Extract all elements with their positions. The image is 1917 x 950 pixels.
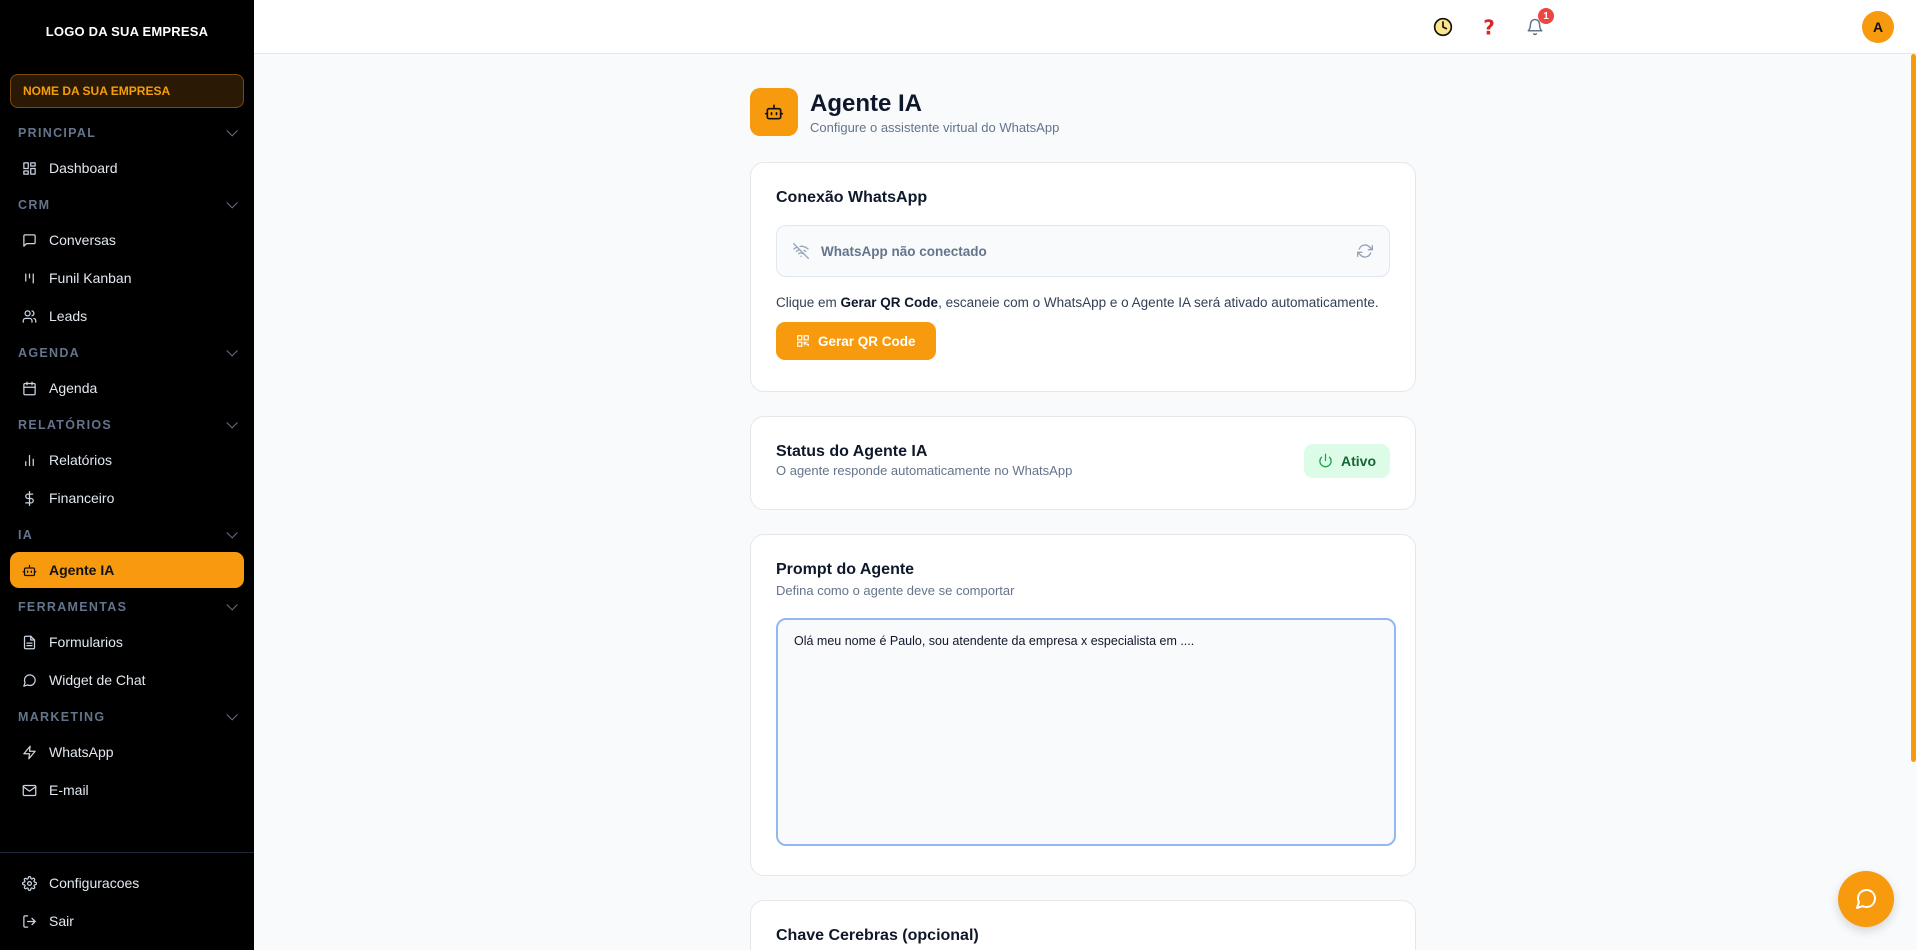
section-ia[interactable]: IA [0, 518, 254, 552]
sidebar-item-widget-chat[interactable]: Widget de Chat [10, 662, 244, 698]
company-selector[interactable]: NOME DA SUA EMPRESA [10, 74, 244, 108]
sidebar-item-sair[interactable]: Sair [10, 903, 244, 939]
power-icon [1319, 453, 1332, 468]
whatsapp-hint: Clique em Gerar QR Code, escaneie com o … [776, 295, 1379, 310]
section-relatorios[interactable]: RELATÓRIOS [0, 408, 254, 442]
agent-status-card: Status do Agente IA O agente responde au… [750, 416, 1416, 510]
card-title: Chave Cerebras (opcional) [776, 927, 979, 944]
gear-icon [22, 875, 37, 891]
log-out-icon [23, 914, 36, 928]
sidebar-item-formularios[interactable]: Formularios [10, 624, 244, 660]
wifi-off-icon [793, 243, 809, 259]
chevron-down-icon [226, 197, 238, 209]
sidebar-item-whatsapp[interactable]: WhatsApp [10, 734, 244, 770]
topbar: ? 1 A [254, 0, 1917, 54]
chevron-down-icon [226, 527, 238, 539]
chevron-down-icon [226, 417, 238, 429]
card-subtitle: O agente responde automaticamente no Wha… [776, 463, 1073, 478]
sidebar-item-conversas[interactable]: Conversas [10, 222, 244, 258]
kanban-icon [25, 273, 34, 283]
card-title: Status do Agente IA [776, 443, 928, 460]
sidebar-item-leads[interactable]: Leads [10, 298, 244, 334]
notification-badge: 1 [1538, 8, 1554, 24]
clock-icon[interactable] [1430, 14, 1456, 40]
mail-icon [22, 784, 37, 796]
dollar-sign-icon [25, 490, 34, 506]
sidebar-item-configuracoes[interactable]: Configuracoes [10, 865, 244, 901]
users-icon [22, 309, 37, 323]
chevron-down-icon [226, 125, 238, 137]
svg-text:?: ? [1483, 16, 1495, 38]
sidebar-item-financeiro[interactable]: Financeiro [10, 480, 244, 516]
sidebar-item-funil-kanban[interactable]: Funil Kanban [10, 260, 244, 296]
scrollbar-thumb[interactable] [1911, 54, 1916, 762]
section-principal[interactable]: PRINCIPAL [0, 116, 254, 150]
sidebar-item-agenda[interactable]: Agenda [10, 370, 244, 406]
sidebar-item-agente-ia[interactable]: Agente IA [10, 552, 244, 588]
company-logo: LOGO DA SUA EMPRESA [45, 23, 209, 39]
page-header: Agente IA Configure o assistente virtual… [750, 88, 1416, 136]
message-circle-icon [1856, 888, 1877, 909]
agent-status-toggle[interactable]: Ativo [1304, 443, 1390, 478]
calendar-icon [23, 381, 36, 395]
page-title: Agente IA [810, 89, 923, 117]
file-text-icon [23, 635, 36, 649]
section-ferramentas[interactable]: FERRAMENTAS [0, 590, 254, 624]
sidebar-nav: PRINCIPAL Dashboard CRM Conversas Funil … [0, 116, 254, 808]
section-agenda[interactable]: AGENDA [0, 336, 254, 370]
page-subtitle: Configure o assistente virtual do WhatsA… [810, 119, 1060, 135]
card-title: Conexão WhatsApp [776, 189, 928, 206]
sidebar-item-dashboard[interactable]: Dashboard [10, 150, 244, 186]
bar-chart-icon [25, 454, 34, 466]
avatar[interactable]: A [1862, 11, 1894, 43]
agent-prompt-card: Prompt do Agente Defina como o agente de… [750, 534, 1416, 876]
card-title: Prompt do Agente [776, 561, 915, 578]
whatsapp-connection-card: Conexão WhatsApp WhatsApp não conectado … [750, 162, 1416, 392]
section-crm[interactable]: CRM [0, 188, 254, 222]
page-scrollbar[interactable] [1910, 54, 1917, 950]
sidebar-item-relatorios[interactable]: Relatórios [10, 442, 244, 478]
bell-icon[interactable]: 1 [1522, 8, 1554, 40]
message-circle-icon [23, 673, 36, 687]
generate-qr-button[interactable]: Gerar QR Code [776, 322, 936, 360]
whatsapp-status-box: WhatsApp não conectado [776, 225, 1390, 277]
sidebar-footer: Configuracoes Sair [0, 852, 254, 941]
refresh-icon[interactable] [1357, 243, 1373, 259]
chevron-down-icon [226, 709, 238, 721]
qr-code-icon [797, 335, 809, 347]
chevron-down-icon [226, 599, 238, 611]
agent-prompt-textarea[interactable]: Olá meu nome é Paulo, sou atendente da e… [776, 618, 1396, 846]
help-icon[interactable]: ? [1476, 14, 1502, 40]
cerebras-key-card: Chave Cerebras (opcional) [750, 900, 1416, 950]
chat-widget-button[interactable] [1838, 871, 1894, 927]
card-subtitle: Defina como o agente deve se comportar [776, 583, 1015, 598]
bot-icon [22, 564, 37, 576]
dashboard-icon [23, 161, 36, 175]
section-marketing[interactable]: MARKETING [0, 700, 254, 734]
message-square-icon [23, 233, 36, 247]
zap-icon [23, 745, 36, 759]
chevron-down-icon [226, 345, 238, 357]
sidebar: LOGO DA SUA EMPRESA NOME DA SUA EMPRESA … [0, 0, 254, 950]
main-content: Agente IA Configure o assistente virtual… [750, 88, 1416, 950]
sidebar-item-email[interactable]: E-mail [10, 772, 244, 808]
whatsapp-status-text: WhatsApp não conectado [821, 243, 987, 259]
bot-icon [750, 88, 798, 136]
